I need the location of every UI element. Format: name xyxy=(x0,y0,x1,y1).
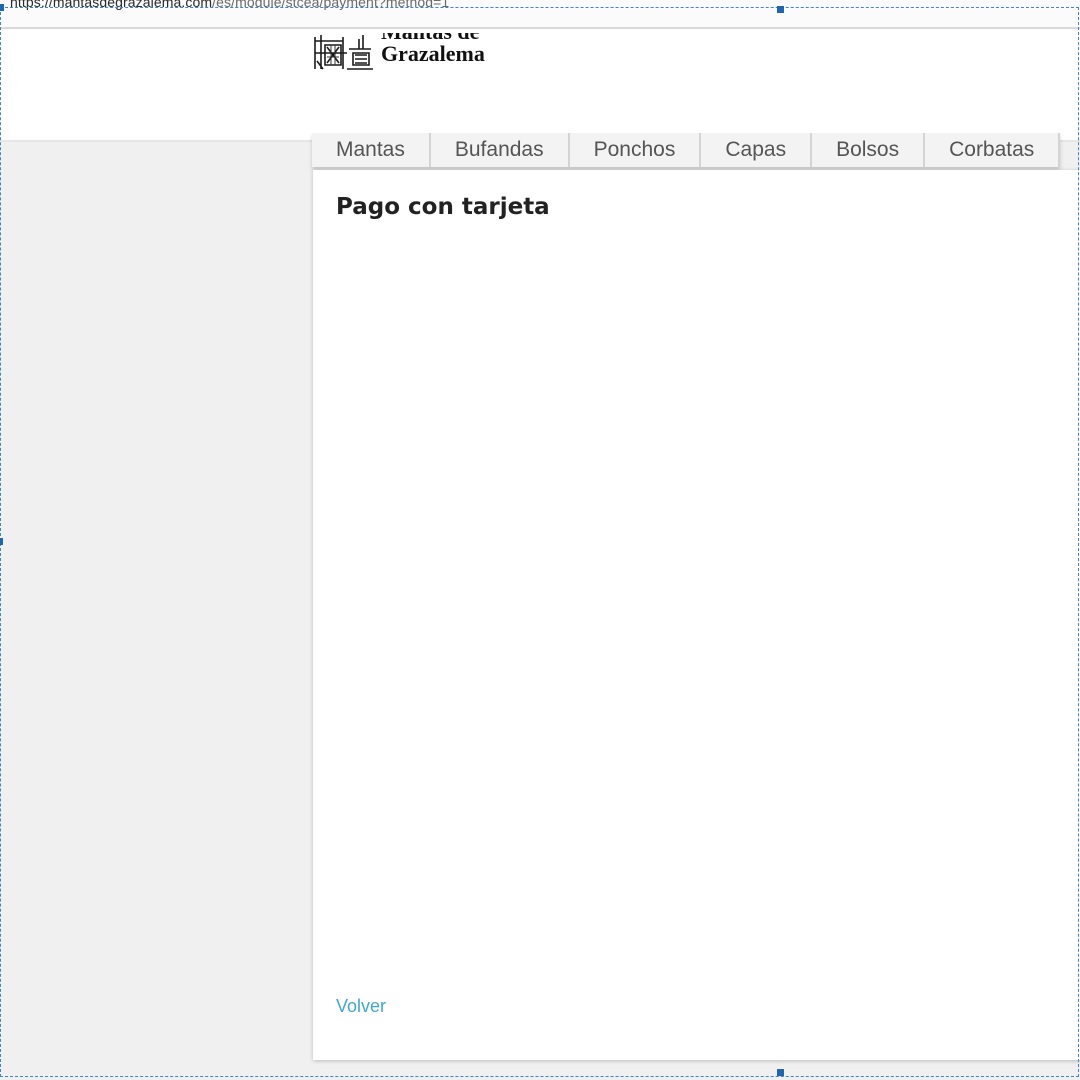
page: https://mantasdegrazalema.com/es/module/… xyxy=(0,0,1080,1080)
logo-line-1-wrap: Mantas de xyxy=(381,33,485,43)
url-domain: https://mantasdegrazalema.com xyxy=(10,0,213,10)
selection-handle-bottom-middle[interactable] xyxy=(777,1069,784,1076)
logo-text: Mantas de Grazalema xyxy=(381,33,485,65)
site-header: Mantas de Grazalema Mantas Bufandas Ponc… xyxy=(0,27,1080,167)
category-nav: Mantas Bufandas Ponchos Capas Bolsos Cor… xyxy=(312,133,1061,167)
nav-item-capas[interactable]: Capas xyxy=(701,133,813,167)
selection-handle-middle-left[interactable] xyxy=(0,538,3,545)
selection-handle-top-left[interactable] xyxy=(0,4,4,11)
logo-line-1: Mantas de xyxy=(381,33,479,43)
nav-item-mantas[interactable]: Mantas xyxy=(312,133,431,167)
site-logo[interactable]: Mantas de Grazalema xyxy=(313,27,485,71)
nav-item-ponchos[interactable]: Ponchos xyxy=(570,133,702,167)
page-title: Pago con tarjeta xyxy=(336,194,550,220)
nav-item-corbatas[interactable]: Corbatas xyxy=(925,133,1061,167)
address-url[interactable]: https://mantasdegrazalema.com/es/module/… xyxy=(10,0,449,10)
nav-item-bufandas[interactable]: Bufandas xyxy=(431,133,570,167)
address-bar[interactable]: https://mantasdegrazalema.com/es/module/… xyxy=(0,0,1080,29)
back-link[interactable]: Volver xyxy=(336,996,386,1017)
url-path: /es/module/stcea/payment?method=1 xyxy=(212,0,450,10)
loom-logo-icon xyxy=(313,31,375,71)
logo-line-2: Grazalema xyxy=(381,41,485,66)
nav-item-bolsos[interactable]: Bolsos xyxy=(812,133,926,167)
selection-handle-top-middle[interactable] xyxy=(777,6,784,13)
payment-card: Pago con tarjeta Volver xyxy=(313,170,1080,1060)
